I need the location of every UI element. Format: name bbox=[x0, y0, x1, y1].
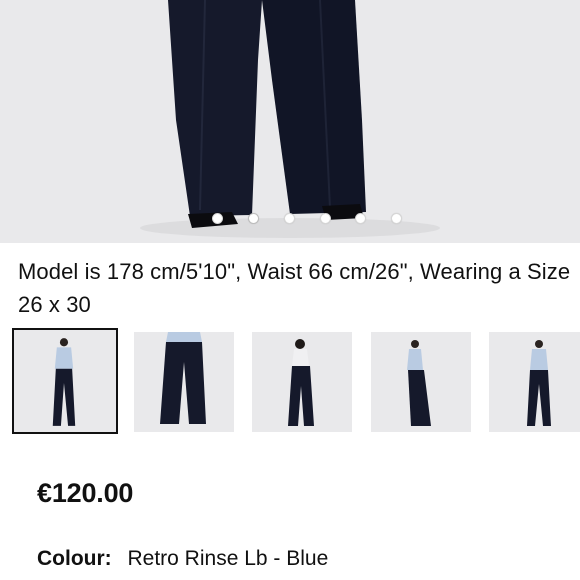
carousel-dot-3[interactable] bbox=[284, 213, 295, 224]
carousel-dot-4[interactable] bbox=[320, 213, 331, 224]
carousel-dot-1[interactable] bbox=[212, 213, 223, 224]
thumbnail-5[interactable] bbox=[489, 332, 580, 432]
colour-value: Retro Rinse Lb - Blue bbox=[127, 547, 329, 570]
thumbnail-2[interactable] bbox=[134, 332, 234, 432]
carousel-dot-2[interactable] bbox=[248, 213, 259, 224]
model-front-alt-thumbnail-image bbox=[489, 332, 580, 432]
carousel-dot-6[interactable] bbox=[391, 213, 402, 224]
product-price: €120.00 bbox=[37, 478, 134, 508]
model-front-thumbnail-image bbox=[14, 330, 116, 432]
jeans-legs-image bbox=[0, 0, 580, 243]
colour-label: Colour: bbox=[37, 547, 112, 570]
carousel-dot-5[interactable] bbox=[355, 213, 366, 224]
model-size-info: Model is 178 cm/5'10", Waist 66 cm/26", … bbox=[18, 259, 571, 317]
carousel-indicators bbox=[0, 213, 580, 227]
colour-row: Colour: Retro Rinse Lb - Blue bbox=[37, 547, 328, 571]
thumbnail-3[interactable] bbox=[252, 332, 352, 432]
thumbnail-4[interactable] bbox=[371, 332, 471, 432]
thumbnail-1[interactable] bbox=[12, 328, 118, 434]
model-front-legs-thumbnail-image bbox=[134, 332, 234, 432]
product-main-image[interactable] bbox=[0, 0, 580, 243]
model-back-thumbnail-image bbox=[252, 332, 352, 432]
model-side-thumbnail-image bbox=[371, 332, 471, 432]
